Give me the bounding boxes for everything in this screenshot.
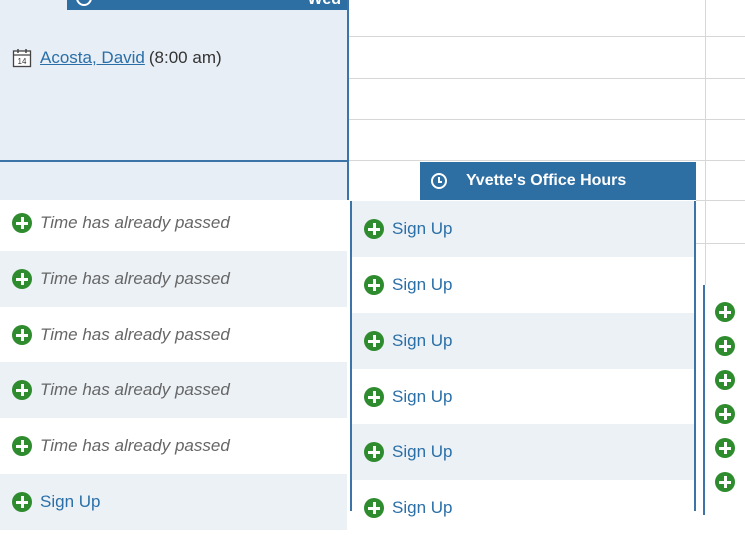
appointment-entry: 14 Acosta, David (8:00 am) — [12, 48, 222, 68]
list-item[interactable]: Time has already passed — [0, 251, 347, 307]
list-item[interactable]: Time has already passed — [0, 418, 347, 474]
add-icon[interactable] — [715, 472, 735, 492]
next-day-column — [703, 285, 745, 515]
list-item[interactable]: Sign Up — [352, 424, 694, 480]
add-icon — [364, 442, 384, 462]
list-item[interactable]: Sign Up — [0, 474, 347, 530]
add-icon — [12, 325, 32, 345]
slot-status: Time has already passed — [40, 269, 230, 288]
list-item[interactable]: Sign Up — [352, 313, 694, 369]
day-label: Wed — [308, 0, 341, 9]
sign-up-link[interactable]: Sign Up — [392, 498, 452, 518]
sign-up-link[interactable]: Sign Up — [392, 331, 452, 351]
appointment-time: (8:00 am) — [148, 48, 222, 67]
sign-up-link[interactable]: Sign Up — [392, 219, 452, 239]
add-icon[interactable] — [715, 302, 735, 322]
list-item[interactable]: Sign Up — [352, 480, 694, 536]
day-column-wed — [0, 0, 347, 200]
add-icon — [12, 436, 32, 456]
column-divider — [347, 0, 349, 200]
add-icon[interactable] — [715, 336, 735, 356]
list-item[interactable]: Time has already passed — [0, 362, 347, 418]
add-icon — [364, 219, 384, 239]
list-item[interactable]: Sign Up — [352, 257, 694, 313]
add-icon — [364, 275, 384, 295]
add-icon[interactable] — [715, 438, 735, 458]
appointment-name-link[interactable]: Acosta, David — [40, 48, 145, 68]
office-hours-header: Yvette's Office Hours — [420, 162, 696, 200]
add-icon — [364, 498, 384, 518]
sign-up-link[interactable]: Sign Up — [392, 275, 452, 295]
add-icon — [364, 387, 384, 407]
slot-status: Time has already passed — [40, 380, 230, 399]
list-item[interactable]: Sign Up — [352, 369, 694, 425]
add-icon[interactable] — [715, 404, 735, 424]
day-header-wed: Wed — [67, 0, 347, 10]
slot-status: Time has already passed — [40, 325, 230, 344]
slot-status: Time has already passed — [40, 436, 230, 455]
office-hours-title: Yvette's Office Hours — [466, 172, 627, 189]
sign-up-link[interactable]: Sign Up — [392, 387, 452, 407]
add-icon[interactable] — [715, 370, 735, 390]
calendar-icon: 14 — [12, 49, 32, 68]
add-icon — [364, 331, 384, 351]
slot-status: Time has already passed — [40, 213, 230, 232]
sign-up-link[interactable]: Sign Up — [392, 442, 452, 462]
list-item[interactable]: Time has already passed — [0, 195, 347, 251]
add-icon — [12, 492, 32, 512]
list-item[interactable]: Time has already passed — [0, 307, 347, 363]
office-hours-column: Sign Up Sign Up Sign Up Sign Up Sign Up … — [350, 201, 696, 518]
sign-up-link[interactable]: Sign Up — [40, 492, 100, 512]
block-border — [0, 160, 349, 162]
add-icon — [12, 213, 32, 233]
svg-text:14: 14 — [18, 57, 27, 66]
clock-icon — [76, 0, 92, 6]
clock-icon — [431, 173, 447, 189]
list-item[interactable]: Sign Up — [352, 201, 694, 257]
add-icon — [12, 269, 32, 289]
add-icon — [12, 380, 32, 400]
